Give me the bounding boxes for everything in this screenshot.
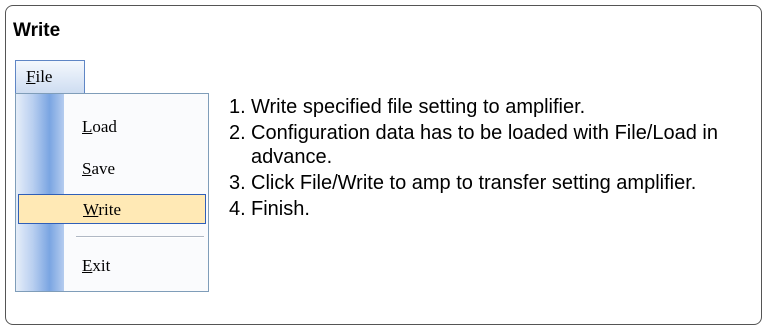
step-text: Configuration data has to be loaded with…: [251, 122, 718, 168]
step-number: 3.: [229, 172, 246, 194]
menu-item-label: Write: [83, 200, 122, 219]
step-number: 2.: [229, 122, 246, 144]
file-dropdown-menu: Load Save Write Exit: [15, 93, 209, 292]
menu-item-label: Exit: [82, 256, 111, 275]
menu-item-label: Save: [82, 159, 116, 178]
step-item: 2. Configuration data has to be loaded w…: [229, 121, 754, 169]
menu-item-write[interactable]: Write: [18, 194, 206, 224]
menu-item-load[interactable]: Load: [16, 111, 208, 141]
menu-item-exit[interactable]: Exit: [16, 250, 208, 280]
menu-item-label: Load: [82, 117, 117, 136]
step-item: 1. Write specified file setting to ampli…: [229, 95, 754, 119]
step-text: Finish.: [251, 198, 310, 220]
step-text: Click File/Write to amp to transfer sett…: [251, 172, 697, 194]
section-title: Write: [13, 20, 61, 41]
step-number: 4.: [229, 198, 246, 220]
menu-item-save[interactable]: Save: [16, 153, 208, 183]
menu-file-label: File: [26, 67, 53, 86]
step-number: 1.: [229, 96, 246, 118]
step-text: Write specified file setting to amplifie…: [251, 96, 586, 118]
menu-separator: [76, 236, 204, 238]
step-item: 4. Finish.: [229, 197, 754, 221]
menu-file[interactable]: File: [15, 60, 85, 94]
step-item: 3. Click File/Write to amp to transfer s…: [229, 171, 754, 195]
steps-list: 1. Write specified file setting to ampli…: [229, 95, 754, 223]
